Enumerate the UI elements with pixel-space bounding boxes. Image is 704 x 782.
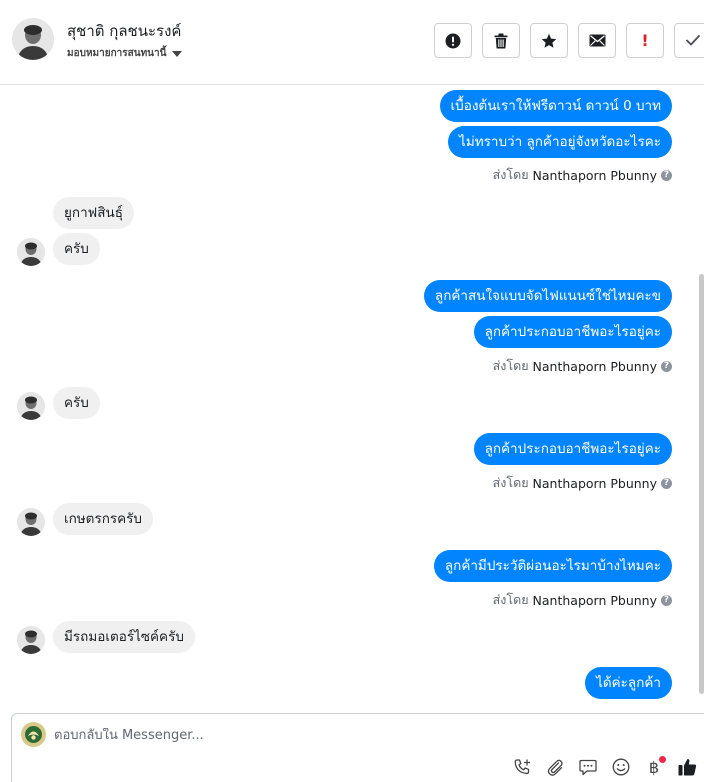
chevron-down-icon xyxy=(172,51,183,57)
star-button[interactable] xyxy=(530,23,568,58)
add-call-icon xyxy=(514,758,530,774)
sent-by-prefix: ส่งโดย xyxy=(492,475,529,490)
trash-icon xyxy=(494,33,508,48)
sender-name[interactable]: Nanthaporn Pbunny xyxy=(533,168,657,183)
saved-reply-button[interactable] xyxy=(578,757,598,777)
sent-by-label: ส่งโดย Nanthaporn Pbunny ? xyxy=(493,590,672,610)
mark-spam-button[interactable] xyxy=(434,23,472,58)
exclamation-circle-icon xyxy=(445,33,461,48)
follow-up-button[interactable]: ! xyxy=(626,23,664,58)
incoming-message[interactable]: ครับ xyxy=(53,233,100,265)
reply-composer: ฿ xyxy=(11,713,704,782)
assign-conversation-dropdown[interactable]: มอบหมายการสนทนานี้ xyxy=(67,46,183,61)
contact-avatar-small[interactable] xyxy=(17,508,45,536)
sent-by-prefix: ส่งโดย xyxy=(492,358,529,373)
reply-input[interactable] xyxy=(54,728,614,743)
like-icon xyxy=(678,759,696,776)
sender-name[interactable]: Nanthaporn Pbunny xyxy=(533,593,657,608)
outgoing-message[interactable]: ไม่ทราบว่า ลูกค้าอยู่จังหวัดอะไรคะ xyxy=(448,126,672,158)
outgoing-message[interactable]: เบื้องต้นเราให้ฟรีดาวน์ ดาวน์ 0 บาท xyxy=(439,90,672,122)
composer-tools: ฿ xyxy=(512,756,697,777)
contact-name[interactable]: สุชาติ กุลชนะรงค์ xyxy=(67,19,181,43)
incoming-message[interactable]: ครับ xyxy=(53,387,100,419)
sent-by-label: ส่งโดย Nanthaporn Pbunny ? xyxy=(493,473,672,493)
sent-by-prefix: ส่งโดย xyxy=(492,167,529,182)
sent-by-label: ส่งโดย Nanthaporn Pbunny ? xyxy=(493,165,672,185)
incoming-message[interactable]: ยูกาฟสินธุ์ xyxy=(53,197,134,229)
add-call-button[interactable] xyxy=(512,757,532,777)
star-icon xyxy=(541,33,557,48)
question-circle-icon[interactable]: ? xyxy=(661,360,672,372)
outgoing-message[interactable]: ลูกค้าประกอบอาชีพอะไรอยู่คะ xyxy=(473,316,672,348)
sent-by-prefix: ส่งโดย xyxy=(492,592,529,607)
thread-scrollbar[interactable] xyxy=(699,274,704,694)
question-circle-icon[interactable]: ? xyxy=(661,477,672,489)
sender-name[interactable]: Nanthaporn Pbunny xyxy=(533,476,657,491)
page-avatar xyxy=(21,722,46,747)
contact-avatar-small[interactable] xyxy=(17,238,45,266)
conversation-actions: ! xyxy=(434,23,704,58)
outgoing-message[interactable]: ลูกค้าประกอบอาชีพอะไรอยู่คะ xyxy=(473,433,672,465)
attachment-icon xyxy=(547,759,563,776)
exclamation-icon: ! xyxy=(641,31,649,50)
emoji-button[interactable] xyxy=(611,757,631,777)
sent-by-label: ส่งโดย Nanthaporn Pbunny ? xyxy=(493,356,672,376)
assign-conversation-label: มอบหมายการสนทนานี้ xyxy=(67,48,167,59)
contact-avatar-small[interactable] xyxy=(17,626,45,654)
mark-done-button[interactable] xyxy=(674,23,704,58)
incoming-message[interactable]: เกษตรกรครับ xyxy=(53,503,153,535)
mark-unread-button[interactable] xyxy=(578,23,616,58)
outgoing-message[interactable]: ได้ค่ะลูกค้า xyxy=(585,667,672,699)
question-circle-icon[interactable]: ? xyxy=(661,594,672,606)
delete-button[interactable] xyxy=(482,23,520,58)
envelope-icon xyxy=(589,34,605,47)
conversation-header: สุชาติ กุลชนะรงค์ มอบหมายการสนทนานี้ ! xyxy=(0,0,704,85)
check-icon xyxy=(686,35,700,46)
baht-payment-icon: ฿ xyxy=(648,757,660,777)
emoji-icon xyxy=(612,758,630,776)
saved-reply-icon xyxy=(579,759,597,775)
like-button[interactable] xyxy=(677,757,697,777)
sender-name[interactable]: Nanthaporn Pbunny xyxy=(533,359,657,374)
incoming-message[interactable]: มีรถมอเตอร์ไซค์ครับ xyxy=(53,621,195,653)
question-circle-icon[interactable]: ? xyxy=(661,169,672,181)
outgoing-message[interactable]: ลูกค้ามีประวัติผ่อนอะไรมาบ้างไหมคะ xyxy=(433,550,672,582)
message-thread[interactable]: เบื้องต้นเราให้ฟรีดาวน์ ดาวน์ 0 บาท ไม่ท… xyxy=(0,86,704,712)
attachment-button[interactable] xyxy=(545,757,565,777)
notification-dot xyxy=(659,756,666,763)
contact-avatar-small[interactable] xyxy=(17,392,45,420)
contact-avatar[interactable] xyxy=(12,18,54,60)
outgoing-message[interactable]: ลูกค้าสนใจแบบจัดไฟแนนซ์ใช่ไหมคะข xyxy=(423,280,672,312)
payment-button[interactable]: ฿ xyxy=(644,756,666,777)
